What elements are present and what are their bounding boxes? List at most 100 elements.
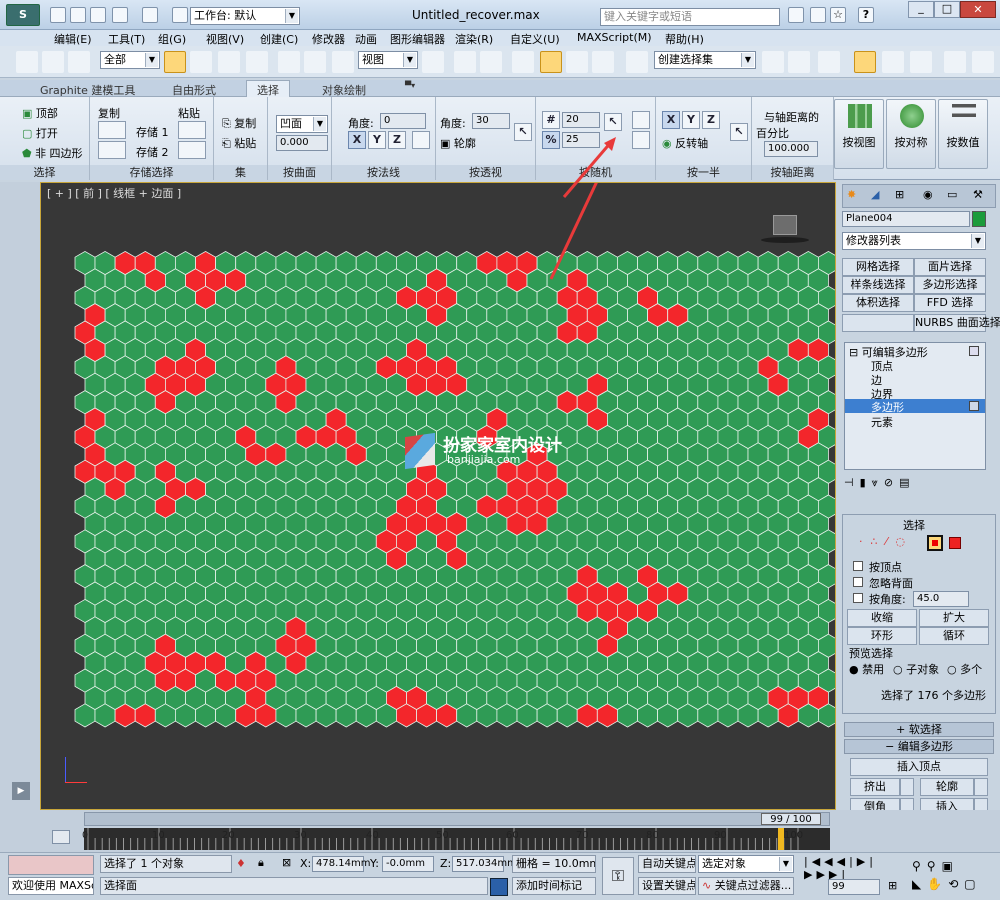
mini-curve-icon[interactable] [52,830,70,844]
ignore-backface-checkbox[interactable] [853,577,863,587]
stack-toggle-icon[interactable] [969,346,979,356]
show-end-result-icon[interactable]: ▮ [860,476,872,489]
ribbon-menu-icon[interactable]: ▀▾ [405,81,415,90]
maxscript-mini[interactable]: 欢迎使用 MAXSc [8,877,94,895]
workspace-dropdown[interactable]: 工作台: 默认 ▼ [190,7,300,25]
menu-maxscript[interactable]: MAXScript(M) [577,31,652,44]
keyboard-shortcut-icon[interactable] [480,51,502,73]
border-mode-icon[interactable]: ◌ [895,535,913,548]
maximize-button[interactable]: □ [934,1,960,18]
surface-mode-dropdown[interactable]: 凹面 ▼ [276,115,328,133]
stack-toggle-icon[interactable] [969,401,979,411]
app-logo-icon[interactable]: S [6,4,40,26]
by-view-button[interactable]: 按视图 [834,99,884,169]
preview-multi-radio[interactable]: ○ 多个 [947,661,982,677]
unlink-icon[interactable] [42,51,64,73]
non-quad-item[interactable]: ⬟ 非 四边形 [22,145,83,161]
isolate-pin-icon[interactable]: ♦ [236,857,246,870]
half-z-button[interactable]: Z [702,111,720,129]
polygon-mode-icon[interactable] [927,535,943,551]
open-file-icon[interactable] [70,7,86,23]
z-coord-field[interactable]: 517.034mm [452,856,517,872]
edge-mode-icon[interactable]: ⁄ [886,535,896,548]
soft-selection-rollout[interactable]: + 软选择 [844,722,994,737]
preview-disable-radio[interactable]: ● 禁用 [849,661,884,677]
search-input[interactable]: 键入关键字或短语 [600,8,780,26]
remove-modifier-icon[interactable]: ⊘ [884,476,899,489]
minimize-button[interactable]: _ [908,1,934,18]
scale-icon[interactable] [332,51,354,73]
grow-button[interactable]: 扩大 [919,609,989,627]
zoom-all-icon[interactable]: ⚲ [927,859,942,873]
mirror-icon[interactable] [762,51,784,73]
by-angle-field[interactable]: 45.0 [913,591,969,607]
y-coord-field[interactable]: -0.0mm [382,856,434,872]
axis-z-button[interactable]: Z [388,131,406,149]
random-pick-cursor-icon[interactable]: ↖ [604,113,622,131]
grid-icon[interactable] [412,131,430,149]
named-selection-dropdown[interactable]: 创建选择集 ▼ [654,51,756,69]
by-angle-checkbox[interactable] [853,593,863,603]
schematic-view-icon[interactable] [910,51,932,73]
snaps-toggle-icon[interactable] [512,51,534,73]
menu-create[interactable]: 创建(C) [260,31,298,47]
percent-snap-icon[interactable] [566,51,588,73]
copy-store2-icon[interactable] [98,141,126,159]
viewport-label[interactable]: [ + ] [ 前 ] [ 线框 + 边面 ] [47,185,181,201]
time-tag-icon[interactable] [490,878,508,896]
axis-x-button[interactable]: X [348,131,366,149]
insert-vertex-button[interactable]: 插入顶点 [850,758,988,776]
paste-store2-icon[interactable] [178,141,206,159]
paste-store1-icon[interactable] [178,121,206,139]
select-object-icon[interactable] [164,51,186,73]
hierarchy-tab-icon[interactable]: ⊞ [895,188,904,201]
prev-frame-icon[interactable]: ◀| [837,855,857,868]
set-key-button[interactable]: 设置关键点 [638,877,696,895]
key-filters-button[interactable]: ∿ 关键点过滤器... [698,877,794,895]
object-name-field[interactable]: Plane004 [842,211,970,227]
set-copy-button[interactable]: ⎘ 复制 [222,115,256,131]
ffd-select-button[interactable]: FFD 选择 [914,294,986,312]
time-config-icon[interactable]: ⊞ [888,879,897,892]
viewport-front[interactable]: 扮家家室内设计 banjiajia.com [40,182,836,810]
ref-coord-dropdown[interactable]: 视图 ▼ [358,51,418,69]
redo-icon[interactable] [142,7,158,23]
pivot-dist-field[interactable]: 100.000 [764,141,818,157]
vol-select-button[interactable]: 体积选择 [842,294,914,312]
menu-edit[interactable]: 编辑(E) [54,31,92,47]
maxscript-listener-pink[interactable] [8,855,94,875]
poly-select-button[interactable]: 多边形选择 [914,276,986,294]
empty-mod-button[interactable] [842,314,914,332]
stack-item-polygon-selected[interactable]: 多边形 [845,399,985,414]
edit-polygons-rollout[interactable]: − 编辑多边形 [844,739,994,754]
expand-arrow-icon[interactable]: ▶ [12,782,30,800]
new-file-icon[interactable] [50,7,66,23]
modifier-list-dropdown[interactable]: 修改器列表 ▼ [842,232,986,250]
random-percent-field[interactable]: 25 [562,132,600,148]
move-icon[interactable] [278,51,300,73]
motion-tab-icon[interactable]: ◉ [923,188,933,201]
half-y-button[interactable]: Y [682,111,700,129]
rect-selection-icon[interactable] [218,51,240,73]
close-button[interactable]: ✕ [960,1,996,18]
axis-y-button[interactable]: Y [368,131,386,149]
render-setup-icon[interactable] [972,51,994,73]
random-number-icon[interactable]: # [542,111,560,129]
auto-key-button[interactable]: 自动关键点 [638,855,696,873]
menu-modifiers[interactable]: 修改器 [312,31,345,47]
pin-stack-icon[interactable]: ⊣ [844,476,860,489]
star-icon[interactable]: ☆ [830,7,846,23]
select-by-name-icon[interactable] [190,51,212,73]
set-paste-button[interactable]: ⎗ 粘贴 [222,135,256,151]
surface-value-field[interactable]: 0.000 [276,135,328,151]
menu-views[interactable]: 视图(V) [206,31,244,47]
binoculars-icon[interactable] [788,7,804,23]
time-slider-thumb[interactable]: 99 / 100 [761,813,821,825]
pan-icon[interactable]: ✋ [927,877,948,891]
key-mode-icon[interactable]: ⚿ [602,857,634,895]
half-x-button[interactable]: X [662,111,680,129]
shrink-button[interactable]: 收缩 [847,609,917,627]
vertex-mode-icon[interactable]: ·∴ [859,535,886,548]
modifier-stack[interactable]: ⊟ 可编辑多边形 顶点 边 边界 多边形 元素 [844,342,986,470]
random-add-icon[interactable] [632,111,650,129]
